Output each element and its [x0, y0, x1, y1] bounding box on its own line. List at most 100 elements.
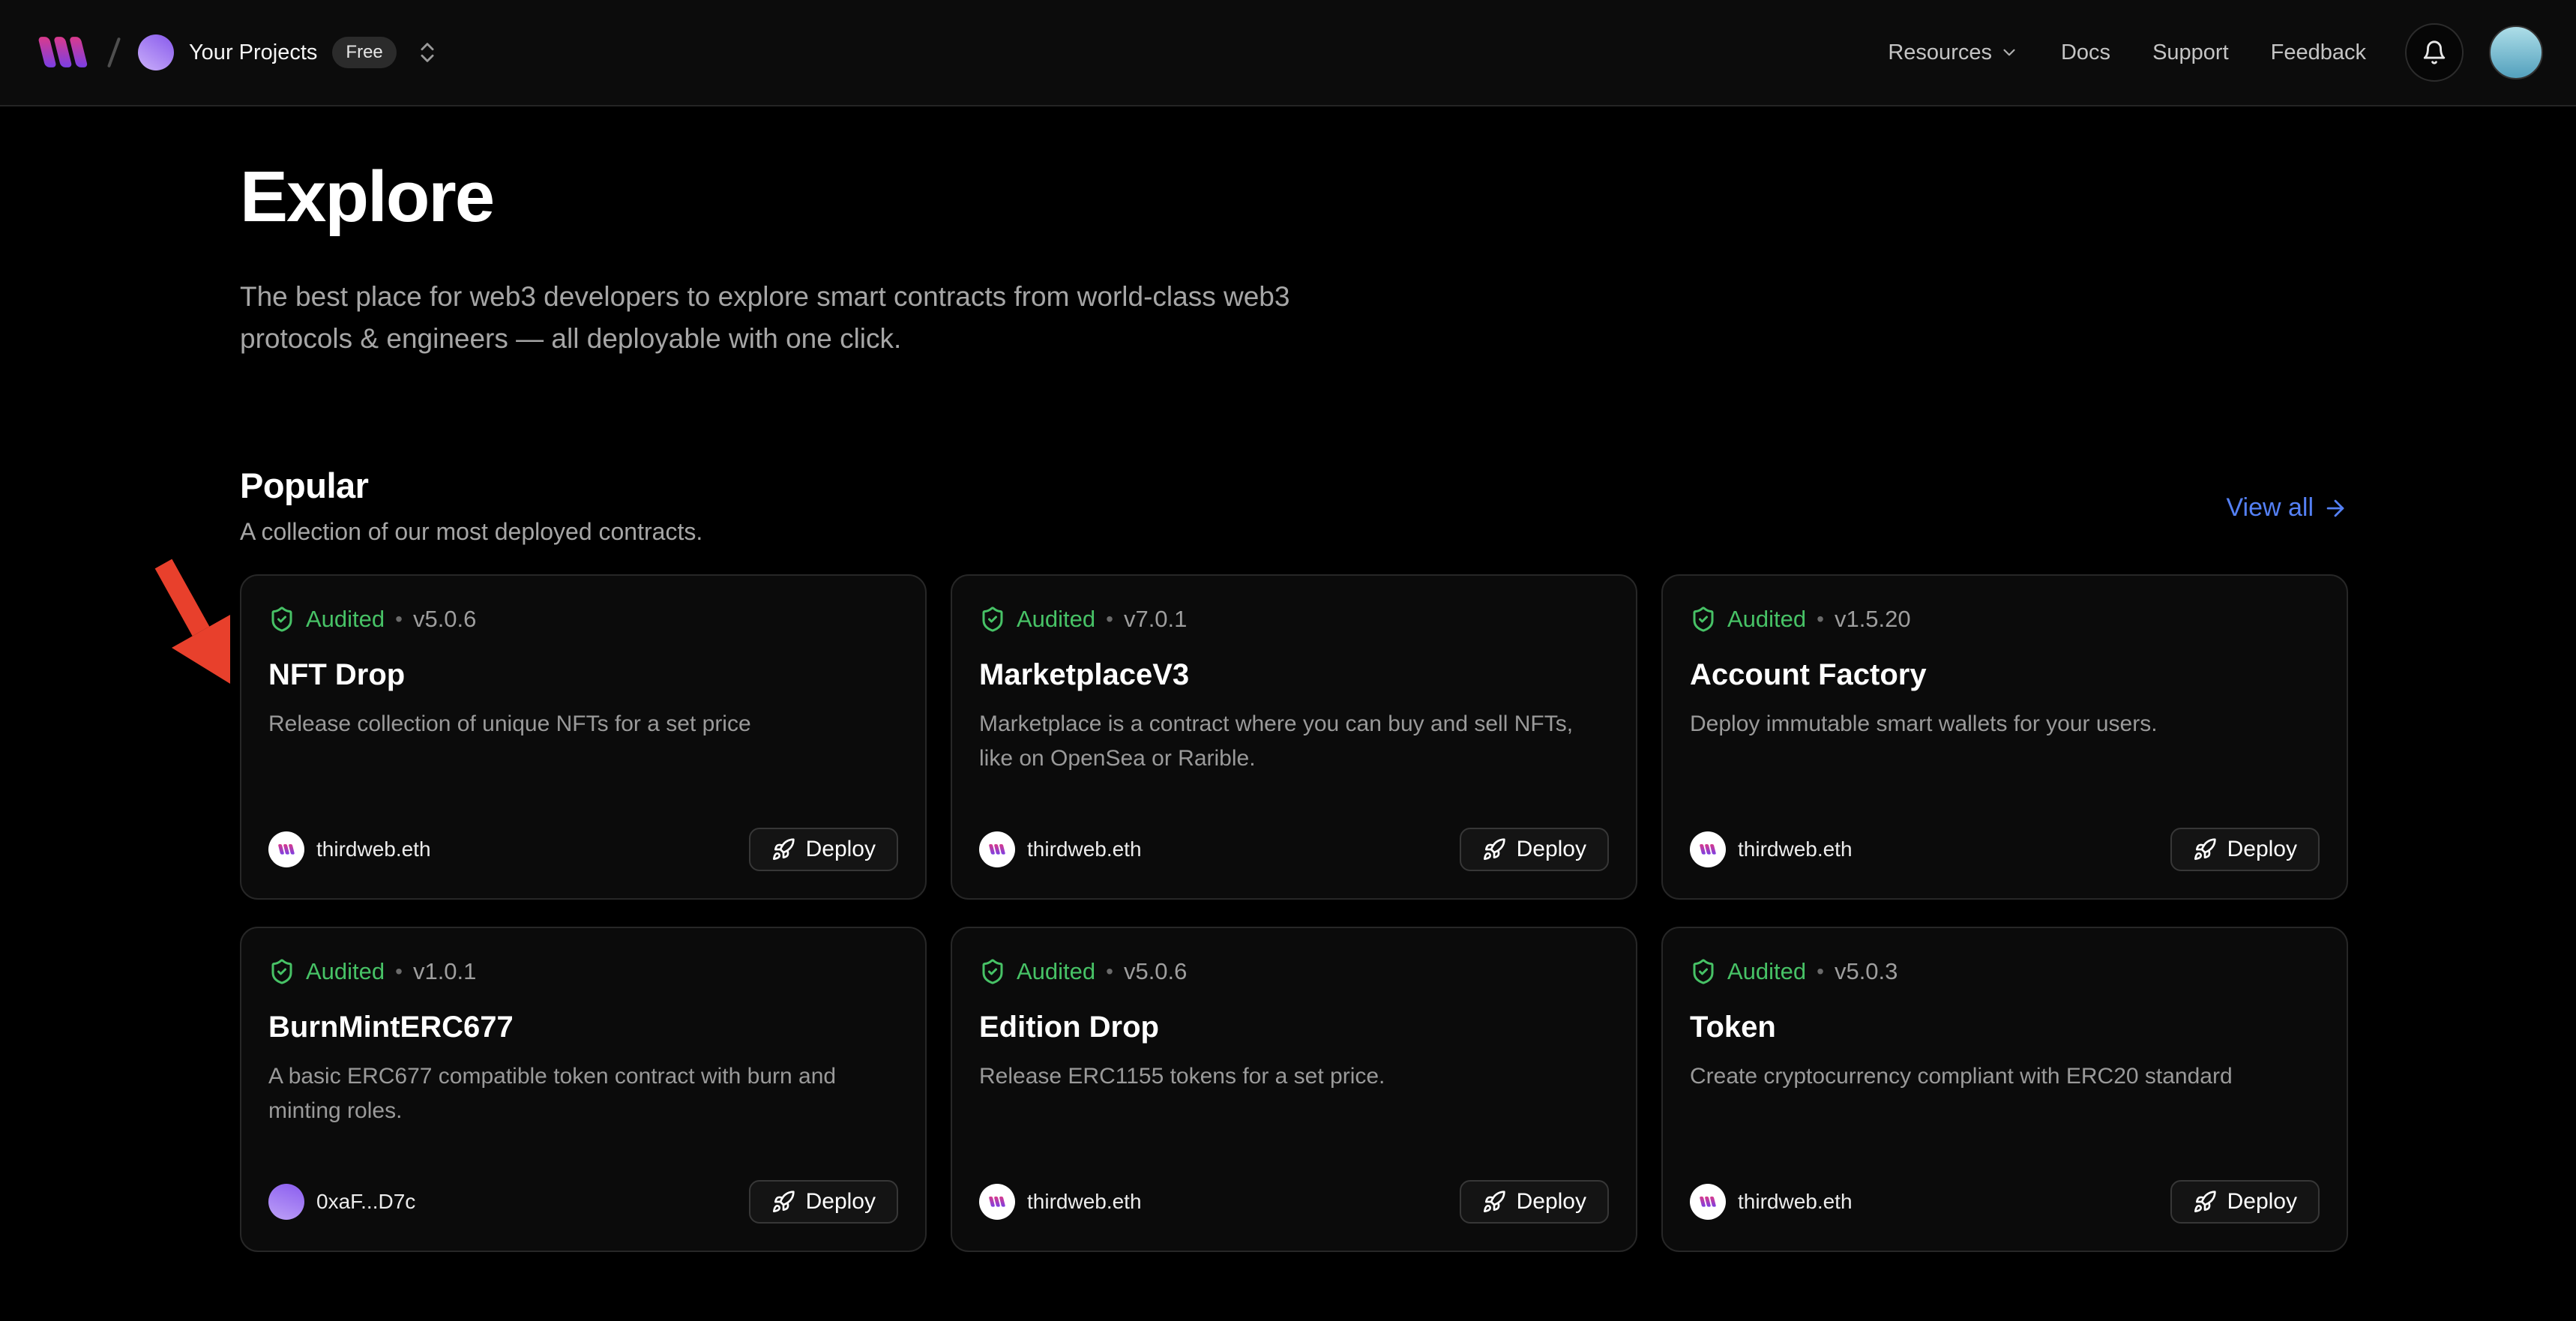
project-switcher[interactable]: Your Projects Free: [138, 34, 397, 70]
nav-link-resources[interactable]: Resources: [1888, 40, 2019, 65]
version-label: v7.0.1: [1124, 606, 1187, 633]
top-navbar: Your Projects Free Resources Docs Suppor…: [0, 0, 2576, 106]
shield-check-icon: [1690, 606, 1717, 633]
deploy-button[interactable]: Deploy: [749, 828, 898, 871]
card-title[interactable]: BurnMintERC677: [268, 1011, 898, 1044]
card-badge-row: Audited • v7.0.1: [979, 606, 1609, 633]
card-title[interactable]: Token: [1690, 1011, 2320, 1044]
thirdweb-mini-logo-icon: [988, 843, 1006, 855]
shield-check-icon: [268, 606, 295, 633]
deploy-button[interactable]: Deploy: [749, 1180, 898, 1224]
thirdweb-mini-logo-icon: [277, 843, 295, 855]
contract-card-nft-drop[interactable]: Audited • v5.0.6 NFT Drop Release collec…: [240, 574, 927, 900]
navbar-links: Resources Docs Support Feedback: [1846, 23, 2543, 82]
card-footer: thirdweb.eth Deploy: [979, 828, 1609, 871]
audited-badge: Audited: [1017, 958, 1095, 985]
publisher-name: thirdweb.eth: [1738, 1190, 1853, 1214]
card-footer: thirdweb.eth Deploy: [268, 828, 898, 871]
rocket-icon: [771, 837, 795, 861]
nav-link-support[interactable]: Support: [2152, 40, 2229, 65]
page-subtitle-line2: protocols & engineers — all deployable w…: [240, 318, 2348, 360]
rocket-icon: [771, 1190, 795, 1214]
nav-link-docs[interactable]: Docs: [2061, 40, 2110, 65]
project-avatar: [138, 34, 174, 70]
dot-separator: •: [1106, 607, 1113, 631]
card-badge-row: Audited • v5.0.3: [1690, 958, 2320, 985]
breadcrumb-slash: [107, 37, 121, 68]
chevrons-up-down-icon[interactable]: [415, 40, 440, 65]
card-description: Release ERC1155 tokens for a set price.: [979, 1059, 1609, 1094]
publisher-name: 0xaF...D7c: [316, 1190, 415, 1214]
deploy-button[interactable]: Deploy: [2170, 828, 2320, 871]
view-all-label: View all: [2226, 493, 2314, 523]
publisher[interactable]: thirdweb.eth: [979, 831, 1142, 867]
publisher[interactable]: thirdweb.eth: [268, 831, 431, 867]
version-label: v1.5.20: [1835, 606, 1911, 633]
deploy-button-label: Deploy: [806, 1189, 876, 1215]
popular-section-header: Popular A collection of our most deploye…: [240, 465, 2348, 546]
dot-separator: •: [1817, 960, 1824, 984]
publisher-avatar: [979, 1184, 1015, 1220]
contract-card-marketplacev3[interactable]: Audited • v7.0.1 MarketplaceV3 Marketpla…: [951, 574, 1637, 900]
dot-separator: •: [395, 607, 403, 631]
audited-badge: Audited: [1727, 958, 1806, 985]
deploy-button-label: Deploy: [2227, 1189, 2297, 1215]
dot-separator: •: [395, 960, 403, 984]
audited-badge: Audited: [1017, 606, 1095, 633]
card-badge-row: Audited • v5.0.6: [979, 958, 1609, 985]
card-title[interactable]: NFT Drop: [268, 658, 898, 692]
card-badge-row: Audited • v1.5.20: [1690, 606, 2320, 633]
popular-title: Popular: [240, 465, 702, 506]
contract-card-burnminterc677[interactable]: Audited • v1.0.1 BurnMintERC677 A basic …: [240, 927, 927, 1252]
card-description: Deploy immutable smart wallets for your …: [1690, 707, 2320, 741]
explore-page: Explore The best place for web3 develope…: [0, 156, 2576, 1252]
card-badge-row: Audited • v5.0.6: [268, 606, 898, 633]
nav-link-feedback[interactable]: Feedback: [2271, 40, 2366, 65]
card-footer: thirdweb.eth Deploy: [979, 1180, 1609, 1224]
card-footer: thirdweb.eth Deploy: [1690, 1180, 2320, 1224]
contract-card-token[interactable]: Audited • v5.0.3 Token Create cryptocurr…: [1661, 927, 2348, 1252]
user-avatar[interactable]: [2489, 25, 2543, 79]
deploy-button[interactable]: Deploy: [1460, 1180, 1609, 1224]
view-all-link[interactable]: View all: [2226, 493, 2348, 523]
version-label: v5.0.6: [1124, 958, 1187, 985]
rocket-icon: [2193, 1190, 2217, 1214]
publisher-avatar: [268, 1184, 304, 1220]
bell-icon: [2422, 40, 2447, 65]
dot-separator: •: [1106, 960, 1113, 984]
navbar-left-group: Your Projects Free: [36, 34, 440, 70]
deploy-button[interactable]: Deploy: [2170, 1180, 2320, 1224]
version-label: v1.0.1: [413, 958, 476, 985]
plan-badge: Free: [332, 37, 396, 68]
audited-badge: Audited: [306, 606, 385, 633]
card-title[interactable]: Account Factory: [1690, 658, 2320, 692]
project-name: Your Projects: [189, 40, 317, 65]
deploy-button-label: Deploy: [1517, 1189, 1586, 1215]
publisher-name: thirdweb.eth: [1738, 837, 1853, 861]
publisher-avatar: [1690, 1184, 1726, 1220]
deploy-button-label: Deploy: [1517, 837, 1586, 862]
rocket-icon: [2193, 837, 2217, 861]
arrow-right-icon: [2323, 496, 2348, 521]
version-label: v5.0.3: [1835, 958, 1898, 985]
card-title[interactable]: MarketplaceV3: [979, 658, 1609, 692]
publisher[interactable]: thirdweb.eth: [1690, 1184, 1853, 1220]
thirdweb-logo-icon[interactable]: [36, 35, 90, 70]
shield-check-icon: [979, 606, 1006, 633]
dot-separator: •: [1817, 607, 1824, 631]
card-title[interactable]: Edition Drop: [979, 1011, 1609, 1044]
publisher[interactable]: thirdweb.eth: [979, 1184, 1142, 1220]
contract-card-edition-drop[interactable]: Audited • v5.0.6 Edition Drop Release ER…: [951, 927, 1637, 1252]
publisher-avatar: [979, 831, 1015, 867]
contract-card-account-factory[interactable]: Audited • v1.5.20 Account Factory Deploy…: [1661, 574, 2348, 900]
card-description: Marketplace is a contract where you can …: [979, 707, 1609, 776]
card-description: Create cryptocurrency compliant with ERC…: [1690, 1059, 2320, 1094]
publisher[interactable]: 0xaF...D7c: [268, 1184, 415, 1220]
deploy-button[interactable]: Deploy: [1460, 828, 1609, 871]
publisher-name: thirdweb.eth: [1027, 1190, 1142, 1214]
thirdweb-mini-logo-icon: [1699, 843, 1717, 855]
notifications-button[interactable]: [2405, 23, 2464, 82]
nav-link-resources-label: Resources: [1888, 40, 1992, 65]
page-title: Explore: [240, 156, 2348, 238]
publisher[interactable]: thirdweb.eth: [1690, 831, 1853, 867]
